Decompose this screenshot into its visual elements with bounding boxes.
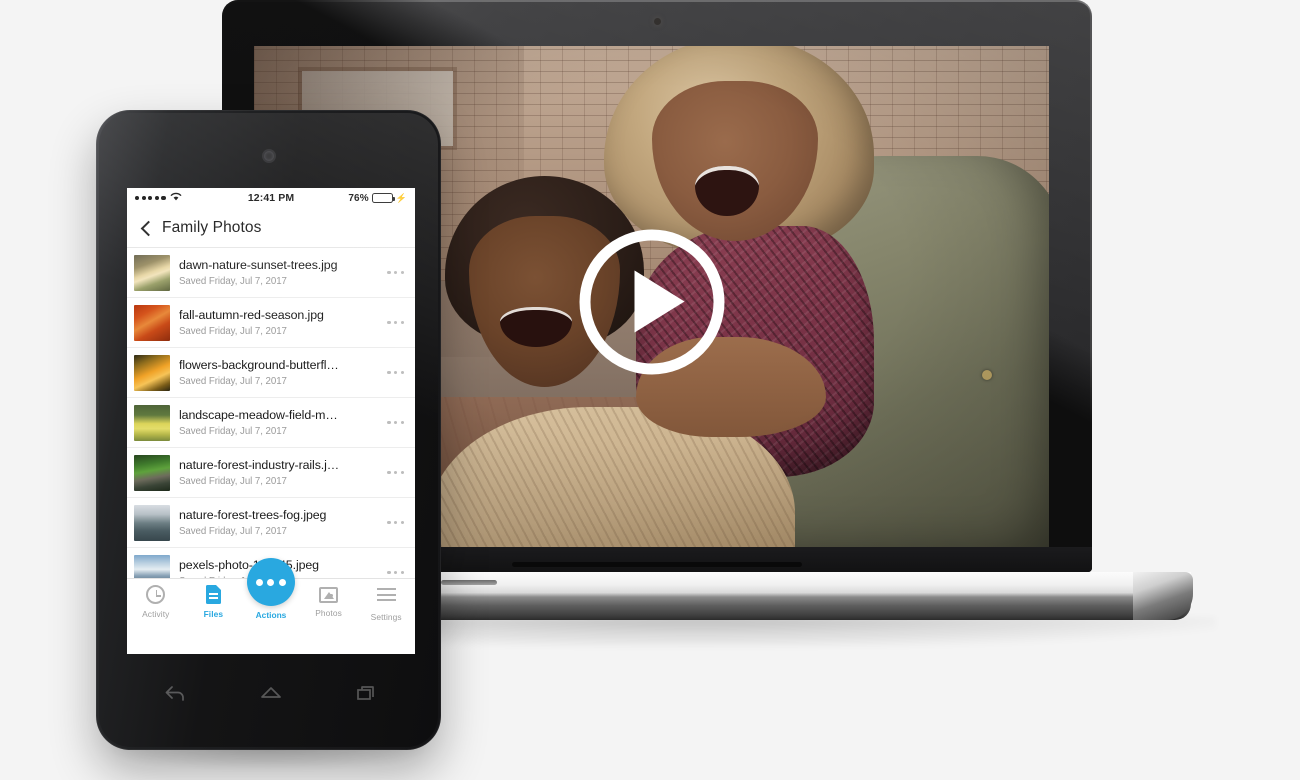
file-name: nature-forest-industry-rails.j… bbox=[179, 458, 340, 473]
file-name: fall-autumn-red-season.jpg bbox=[179, 308, 324, 323]
front-camera-icon bbox=[263, 151, 274, 161]
wifi-icon bbox=[170, 192, 182, 204]
webcam-icon bbox=[654, 18, 661, 25]
tab-bar: Activity Files Actions Photos Settings bbox=[127, 558, 415, 654]
file-meta: nature-forest-industry-rails.j… Saved Fr… bbox=[179, 458, 379, 487]
tab-settings[interactable]: Settings bbox=[357, 585, 415, 622]
overflow-dots-icon[interactable] bbox=[379, 470, 408, 475]
menu-icon bbox=[376, 588, 396, 607]
overflow-dots-icon[interactable] bbox=[379, 570, 408, 575]
file-meta: nature-forest-trees-fog.jpeg Saved Frida… bbox=[179, 508, 379, 537]
file-meta: fall-autumn-red-season.jpg Saved Friday,… bbox=[179, 308, 379, 337]
dots-fab-icon[interactable] bbox=[246, 558, 295, 606]
file-name: nature-forest-trees-fog.jpeg bbox=[179, 508, 327, 523]
list-item[interactable]: fall-autumn-red-season.jpg Saved Friday,… bbox=[127, 298, 415, 348]
file-name: flowers-background-butterfl… bbox=[179, 358, 339, 373]
app-nav-bar: Family Photos bbox=[127, 208, 415, 248]
phone-screen[interactable]: 12:41 PM 76% ⚡ Family Photos dawn-nature… bbox=[127, 188, 415, 654]
clock-icon bbox=[146, 585, 166, 604]
tab-activity[interactable]: Activity bbox=[127, 585, 185, 619]
file-list[interactable]: dawn-nature-sunset-trees.jpg Saved Frida… bbox=[127, 248, 415, 578]
bolt-icon: ⚡ bbox=[395, 192, 408, 203]
tab-label: Settings bbox=[370, 612, 402, 622]
file-meta: landscape-meadow-field-m… Saved Friday, … bbox=[179, 408, 379, 437]
list-item[interactable]: nature-forest-trees-fog.jpeg Saved Frida… bbox=[127, 498, 415, 548]
home-icon[interactable] bbox=[258, 680, 284, 706]
file-saved-date: Saved Friday, Jul 7, 2017 bbox=[179, 375, 287, 387]
chevron-left-icon[interactable] bbox=[137, 219, 154, 236]
file-thumbnail bbox=[134, 454, 170, 491]
recents-icon[interactable] bbox=[354, 680, 380, 706]
back-arrow-icon[interactable] bbox=[162, 680, 188, 706]
file-saved-date: Saved Friday, Jul 7, 2017 bbox=[179, 525, 287, 537]
file-thumbnail bbox=[134, 254, 170, 291]
file-meta: dawn-nature-sunset-trees.jpg Saved Frida… bbox=[179, 258, 379, 287]
file-saved-date: Saved Friday, Jul 7, 2017 bbox=[179, 325, 287, 337]
file-name: dawn-nature-sunset-trees.jpg bbox=[179, 258, 338, 273]
file-thumbnail bbox=[134, 354, 170, 391]
file-saved-date: Saved Friday, Jul 7, 2017 bbox=[179, 275, 287, 287]
battery-percent-label: 76% bbox=[348, 192, 369, 204]
tab-label: Activity bbox=[142, 609, 170, 619]
list-item[interactable]: dawn-nature-sunset-trees.jpg Saved Frida… bbox=[127, 248, 415, 298]
play-button[interactable] bbox=[579, 229, 724, 374]
overflow-dots-icon[interactable] bbox=[379, 420, 408, 425]
status-bar-left bbox=[135, 192, 248, 204]
file-thumbnail bbox=[134, 504, 170, 541]
file-thumbnail bbox=[134, 404, 170, 441]
battery-icon bbox=[371, 193, 396, 203]
document-icon bbox=[204, 585, 223, 604]
tab-label: Photos bbox=[315, 608, 342, 618]
signal-dots-icon bbox=[135, 195, 166, 201]
laptop-base-right-edge bbox=[1133, 572, 1193, 620]
status-bar-right: 76% ⚡ bbox=[294, 193, 407, 204]
status-bar: 12:41 PM 76% ⚡ bbox=[127, 188, 415, 208]
file-thumbnail bbox=[134, 304, 170, 341]
smartphone-device: 12:41 PM 76% ⚡ Family Photos dawn-nature… bbox=[96, 110, 441, 750]
tab-photos[interactable]: Photos bbox=[300, 585, 358, 618]
tab-label: Actions bbox=[255, 610, 287, 620]
overflow-dots-icon[interactable] bbox=[379, 320, 408, 325]
file-saved-date: Saved Friday, Jul 7, 2017 bbox=[179, 425, 287, 437]
list-item[interactable]: landscape-meadow-field-m… Saved Friday, … bbox=[127, 398, 415, 448]
laptop-latch-notch bbox=[441, 580, 497, 585]
overflow-dots-icon[interactable] bbox=[379, 520, 408, 525]
tab-label: Files bbox=[203, 609, 224, 619]
list-item[interactable]: nature-forest-industry-rails.j… Saved Fr… bbox=[127, 448, 415, 498]
list-item[interactable]: flowers-background-butterfl… Saved Frida… bbox=[127, 348, 415, 398]
overflow-dots-icon[interactable] bbox=[379, 270, 408, 275]
file-thumbnail bbox=[134, 554, 170, 578]
file-name: landscape-meadow-field-m… bbox=[179, 408, 338, 423]
tab-files[interactable]: Files bbox=[185, 585, 243, 619]
page-title: Family Photos bbox=[162, 218, 262, 236]
image-icon bbox=[319, 587, 339, 603]
file-saved-date: Saved Friday, Jul 7, 2017 bbox=[179, 475, 287, 487]
lid-hinge-notch bbox=[512, 562, 802, 567]
file-meta: flowers-background-butterfl… Saved Frida… bbox=[179, 358, 379, 387]
scene-root: 12:41 PM 76% ⚡ Family Photos dawn-nature… bbox=[0, 0, 1300, 780]
play-icon bbox=[634, 270, 685, 333]
phone-bezel: 12:41 PM 76% ⚡ Family Photos dawn-nature… bbox=[99, 113, 438, 747]
status-bar-time: 12:41 PM bbox=[247, 192, 295, 204]
overflow-dots-icon[interactable] bbox=[379, 370, 408, 375]
android-navigation-bar bbox=[127, 661, 415, 725]
